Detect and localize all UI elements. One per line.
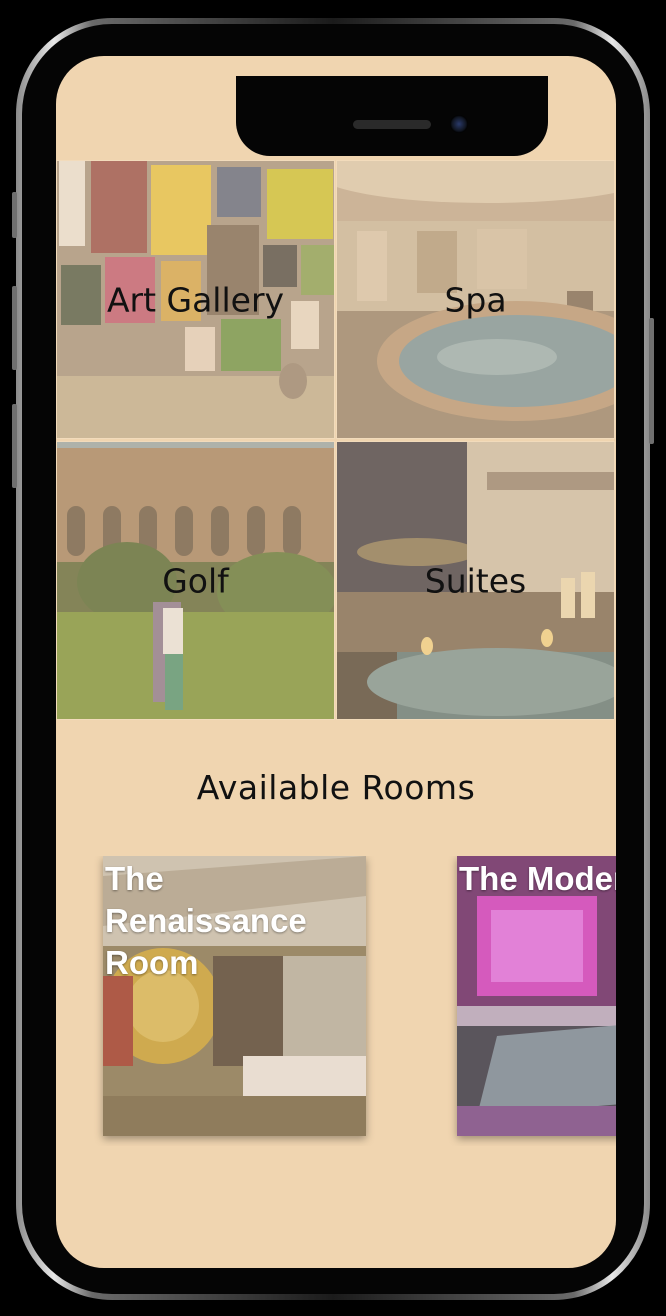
amenity-tile-golf[interactable]: Golf <box>56 441 335 720</box>
room-title-renaissance: The Renaissance Room <box>105 860 307 981</box>
volume-down-button <box>12 404 17 488</box>
amenity-label-suites: Suites <box>424 561 527 600</box>
front-camera-icon <box>450 115 468 133</box>
amenity-label-art-gallery: Art Gallery <box>106 280 285 319</box>
rooms-carousel[interactable]: The Renaissance Room The Modern Room <box>56 856 616 1146</box>
room-card-renaissance[interactable]: The Renaissance Room <box>103 856 366 1136</box>
amenity-tile-art-gallery[interactable]: Art Gallery <box>56 160 335 439</box>
volume-up-button <box>12 286 17 370</box>
amenity-label-golf: Golf <box>162 561 229 600</box>
phone-notch <box>236 76 548 156</box>
amenity-label-spa: Spa <box>444 280 507 319</box>
app-screen: Amenities <box>56 56 616 1268</box>
room-title-modern: The Modern Room <box>459 860 616 897</box>
available-rooms-heading: Available Rooms <box>196 768 476 807</box>
mute-switch <box>12 192 17 238</box>
room-card-modern[interactable]: The Modern Room <box>457 856 616 1136</box>
power-button <box>649 318 654 444</box>
amenity-tile-spa[interactable]: Spa <box>336 160 615 439</box>
earpiece-speaker <box>353 120 431 129</box>
amenities-grid: Art Gallery Spa Golf Suites <box>56 160 616 720</box>
amenity-tile-suites[interactable]: Suites <box>336 441 615 720</box>
